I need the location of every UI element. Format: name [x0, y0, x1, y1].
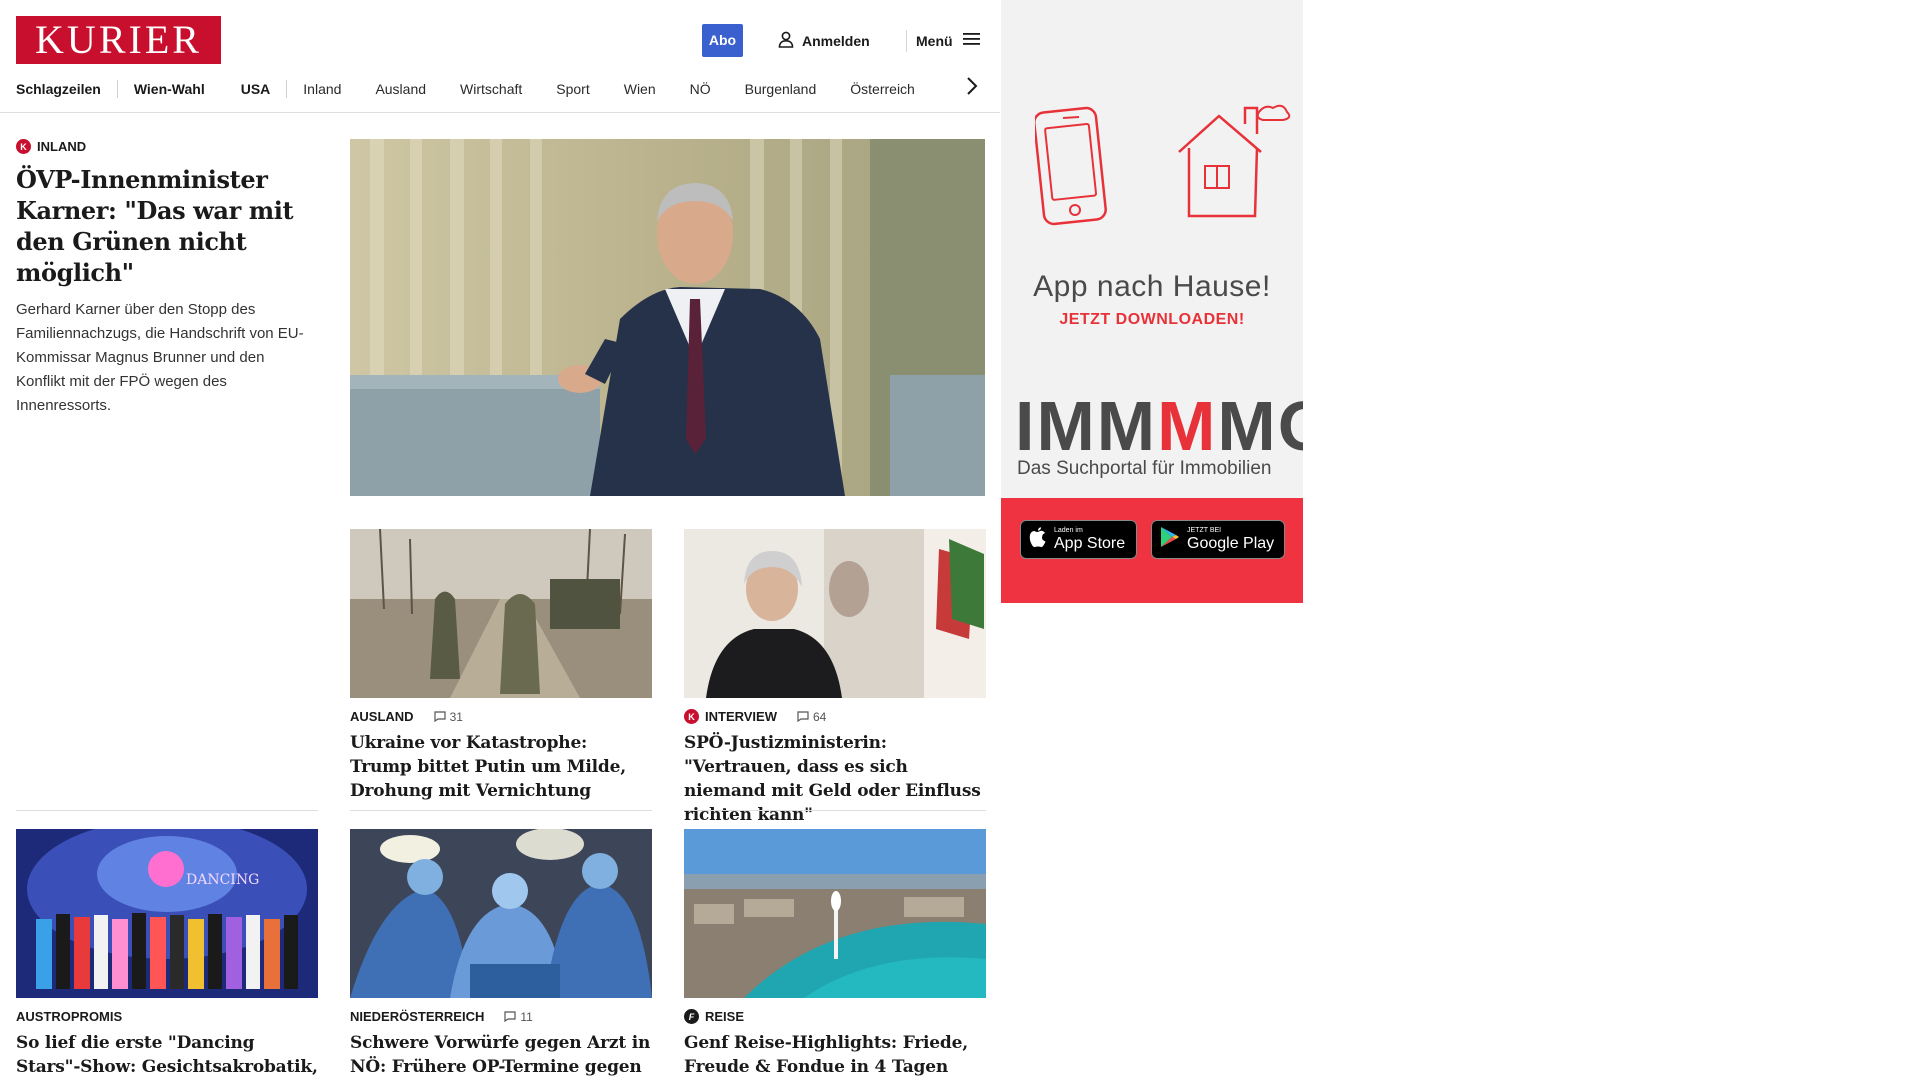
article-headline[interactable]: Schwere Vorwürfe gegen Arzt in NÖ: Frühe…: [350, 1031, 652, 1080]
article-category[interactable]: INTERVIEW: [705, 709, 777, 724]
article-card: f REISE Genf Reise-Highlights: Friede, F…: [684, 829, 986, 1079]
comment-count[interactable]: 31: [433, 709, 463, 724]
article-card: NIEDERÖSTERREICH 11 Schwere Vorwürfe geg…: [350, 829, 652, 1080]
article-category[interactable]: AUSTROPROMIS: [16, 1009, 122, 1024]
house-icon: [1175, 104, 1291, 227]
login-label: Anmelden: [802, 32, 870, 49]
freizeit-badge-icon: f: [684, 1009, 699, 1024]
nav-item-noe[interactable]: NÖ: [690, 81, 711, 97]
article-card: DANCING AUSTROPROMIS So lief die erste "…: [16, 829, 318, 1080]
article-kicker: AUSLAND 31: [350, 709, 652, 724]
immmo-logo: IMMMMO: [1015, 387, 1303, 465]
nav-separator: [116, 80, 118, 98]
nav-item-wirtschaft[interactable]: Wirtschaft: [460, 81, 522, 97]
article-kicker: AUSTROPROMIS: [16, 1009, 318, 1024]
kurier-plus-badge-icon: K: [684, 709, 699, 724]
card-divider: [684, 810, 986, 811]
article-category[interactable]: AUSLAND: [350, 709, 414, 724]
nav-item-schlagzeilen[interactable]: Schlagzeilen: [16, 81, 101, 97]
nav-item-burgenland[interactable]: Burgenland: [745, 81, 817, 97]
phone-icon: [1033, 106, 1111, 231]
nav-separator: [286, 80, 288, 98]
nav-item-wien-wahl[interactable]: Wien-Wahl: [134, 81, 205, 97]
app-store-button[interactable]: Laden im App Store: [1020, 520, 1137, 559]
google-play-icon: [1160, 526, 1180, 553]
article-kicker: NIEDERÖSTERREICH 11: [350, 1009, 652, 1024]
kurier-logo[interactable]: KURIER: [16, 16, 221, 64]
hamburger-icon: [962, 32, 980, 49]
ad-subtitle: JETZT DOWNLOADEN!: [1059, 311, 1245, 328]
nav-item-usa[interactable]: USA: [241, 81, 271, 97]
comment-count-value: 31: [449, 709, 463, 724]
ad-title: App nach Hause!: [1033, 270, 1271, 303]
article-headline[interactable]: SPÖ-Justizministerin: "Vertrauen, dass e…: [684, 731, 986, 827]
app-store-label: App Store: [1054, 535, 1126, 552]
header-rule: [0, 112, 1000, 113]
comment-count[interactable]: 64: [797, 710, 826, 724]
apple-icon: [1029, 526, 1047, 553]
header-divider: [906, 30, 907, 52]
menu-button[interactable]: Menü: [916, 24, 980, 57]
lead-teaser: Gerhard Karner über den Stopp des Famili…: [16, 301, 304, 414]
nav-item-wien[interactable]: Wien: [624, 81, 656, 97]
article-image[interactable]: [350, 829, 652, 998]
google-play-label: Google Play: [1187, 535, 1275, 552]
article-headline[interactable]: Genf Reise-Highlights: Friede, Freude & …: [684, 1031, 986, 1079]
article-image[interactable]: DANCING: [16, 829, 318, 998]
abo-button[interactable]: Abo: [702, 24, 743, 57]
article-image[interactable]: [350, 529, 652, 698]
article-image[interactable]: [684, 829, 986, 998]
ad-tagline: Das Suchportal für Immobilien: [1017, 458, 1272, 479]
nav-item-ausland[interactable]: Ausland: [375, 81, 426, 97]
card-divider: [16, 810, 318, 811]
article-category[interactable]: NIEDERÖSTERREICH: [350, 1009, 484, 1024]
comment-icon: [504, 1011, 516, 1022]
article-headline[interactable]: Ukraine vor Katastrophe: Trump bittet Pu…: [350, 731, 652, 803]
login-button[interactable]: Anmelden: [778, 24, 870, 57]
nav-item-inland[interactable]: Inland: [303, 81, 341, 97]
lead-kicker: K INLAND: [16, 139, 316, 154]
lead-article: K INLAND ÖVP-Innenminister Karner: "Das …: [16, 139, 316, 418]
google-play-button[interactable]: JETZT BEI Google Play: [1151, 520, 1285, 559]
lead-headline[interactable]: ÖVP-Innenminister Karner: "Das war mit d…: [16, 164, 316, 288]
comment-icon: [797, 711, 809, 722]
article-kicker: f REISE: [684, 1009, 986, 1024]
app-store-small-label: Laden im: [1054, 527, 1083, 534]
article-category[interactable]: REISE: [705, 1009, 744, 1024]
article-image[interactable]: [684, 529, 986, 698]
comment-count-value: 64: [813, 709, 827, 724]
article-kicker: K INTERVIEW 64: [684, 709, 986, 724]
menu-label: Menü: [916, 32, 953, 49]
ad-store-band: Laden im App Store JETZT BEI Google Play: [1001, 498, 1303, 603]
comment-icon: [433, 711, 446, 722]
chevron-right-icon[interactable]: [966, 76, 978, 101]
comment-count[interactable]: 11: [504, 1009, 533, 1024]
comment-count-value: 11: [520, 1009, 533, 1024]
nav-item-sport[interactable]: Sport: [556, 81, 589, 97]
article-card: K INTERVIEW 64 SPÖ-Justizministerin: "Ve…: [684, 529, 986, 827]
google-play-small-label: JETZT BEI: [1187, 527, 1222, 534]
article-headline[interactable]: So lief die erste "Dancing Stars"-Show: …: [16, 1031, 318, 1080]
lead-image[interactable]: [350, 139, 985, 496]
lead-category[interactable]: INLAND: [37, 139, 86, 154]
nav-item-oesterreich[interactable]: Österreich: [850, 81, 915, 97]
user-icon: [778, 31, 794, 51]
card-divider: [350, 810, 652, 811]
article-card: AUSLAND 31 Ukraine vor Katastrophe: Trum…: [350, 529, 652, 803]
main-navigation: Schlagzeilen Wien-Wahl USA Inland Auslan…: [16, 78, 988, 100]
kurier-plus-badge-icon: K: [16, 139, 31, 154]
immmo-advertisement[interactable]: App nach Hause! JETZT DOWNLOADEN! IMMMMO…: [1001, 0, 1303, 603]
svg-text:DANCING: DANCING: [186, 872, 259, 888]
